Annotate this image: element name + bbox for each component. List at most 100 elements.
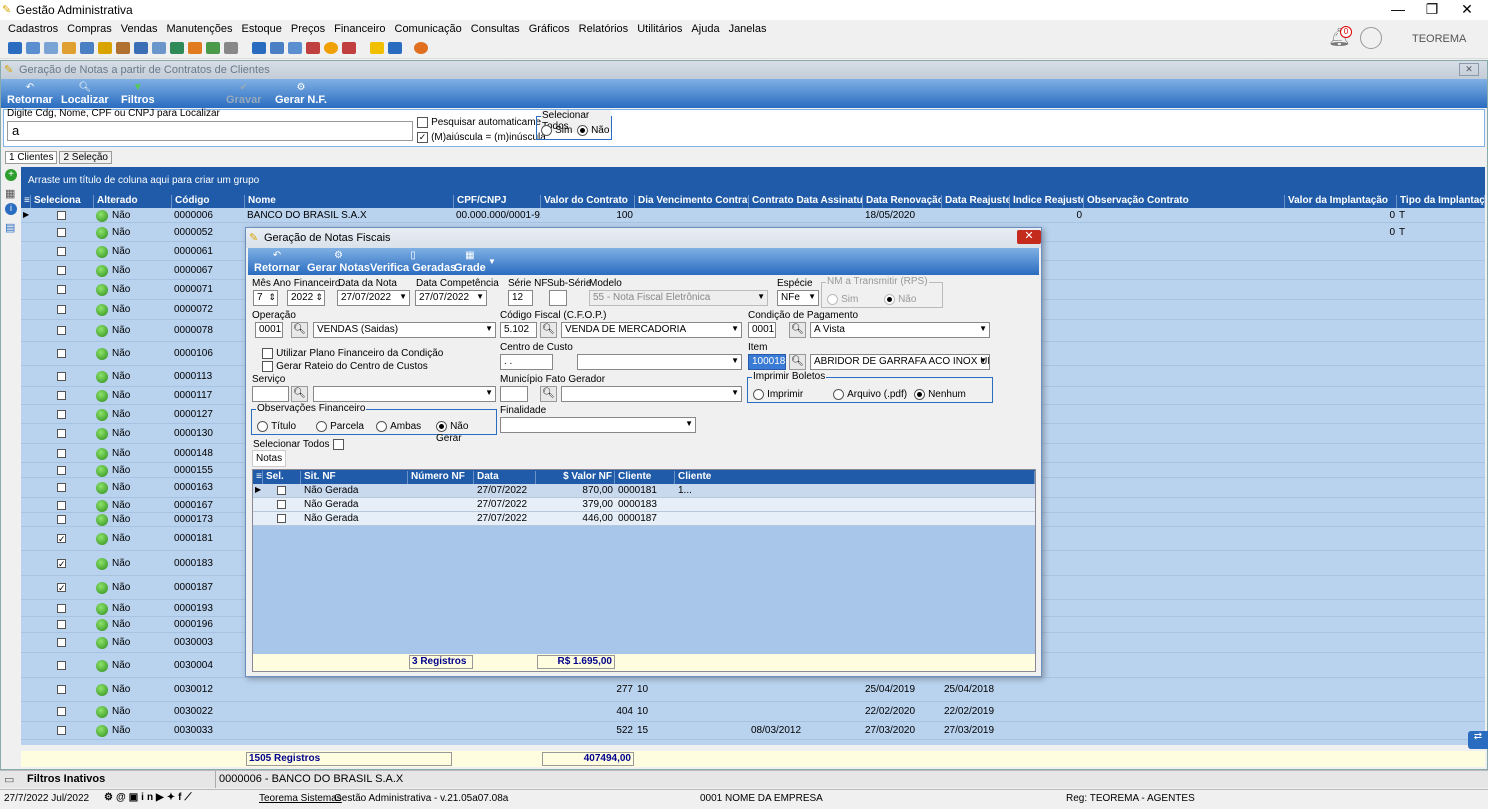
row-select-checkbox[interactable]: [57, 603, 66, 613]
localizar-button[interactable]: 🔍︎ Localizar: [61, 82, 109, 106]
row-select-checkbox[interactable]: [57, 500, 66, 510]
menu-estoque[interactable]: Estoque: [242, 23, 282, 35]
power-icon[interactable]: [414, 41, 428, 54]
notes-row-checkbox[interactable]: [277, 486, 286, 495]
centro-custo-code-input[interactable]: . .: [500, 354, 553, 370]
calculator-icon[interactable]: [270, 41, 284, 54]
modelo-select[interactable]: 55 - Nota Fiscal Eletrônica: [589, 290, 768, 306]
row-select-checkbox[interactable]: [57, 285, 66, 294]
col-data-renovacao[interactable]: Data Renovação: [863, 195, 942, 208]
row-select-checkbox[interactable]: [57, 391, 66, 400]
menu-compras[interactable]: Compras: [67, 23, 112, 35]
teorema-link[interactable]: Teorema Sistemas: [259, 793, 342, 804]
data-competencia-input[interactable]: 27/07/2022: [415, 290, 487, 306]
item-select[interactable]: ABRIDOR DE GARRAFA ACO INOX UN B: [810, 354, 990, 370]
boleto-arquivo-radio[interactable]: Arquivo (.pdf): [833, 388, 907, 400]
operacao-search-icon[interactable]: 🔍︎: [291, 322, 308, 338]
row-select-checkbox[interactable]: ✓: [57, 534, 66, 543]
row-select-checkbox[interactable]: [57, 305, 66, 314]
row-select-checkbox[interactable]: [57, 409, 66, 419]
centro-custo-select[interactable]: [577, 354, 742, 370]
row-select-checkbox[interactable]: ✓: [57, 558, 66, 568]
row-select-checkbox[interactable]: ✓: [57, 583, 66, 592]
cfop-code-input[interactable]: 5.102: [500, 322, 537, 338]
exit-icon[interactable]: [342, 41, 356, 54]
case-checkbox[interactable]: ✓ (M)aiúscula = (m)inúscula: [417, 131, 546, 143]
sub-serie-input[interactable]: [549, 290, 567, 306]
data-nota-input[interactable]: 27/07/2022: [337, 290, 410, 306]
doc-icon[interactable]: [152, 41, 166, 54]
notes-col-data[interactable]: Data: [474, 471, 536, 484]
row-select-checkbox[interactable]: [57, 707, 66, 716]
notes-row[interactable]: ▶ Não Gerada 27/07/2022 870,00 0000181 1...: [253, 484, 1035, 498]
operacao-code-input[interactable]: 0001: [255, 322, 283, 338]
grade-button[interactable]: ▦ Grade: [454, 250, 486, 274]
col-dia-vencimento[interactable]: Dia Vencimento Contrato: [635, 195, 749, 208]
card-icon[interactable]: [134, 41, 148, 54]
row-select-checkbox[interactable]: [57, 515, 66, 524]
col-cpf-cnpj[interactable]: CPF/CNPJ: [454, 195, 541, 208]
add-icon[interactable]: +: [5, 169, 17, 181]
grade-dropdown-icon[interactable]: ▼: [488, 257, 496, 266]
close-child-icon[interactable]: ✕: [1459, 63, 1479, 76]
especie-select[interactable]: NFe: [777, 290, 819, 306]
table-row[interactable]: Não 0030012 277 10 25/04/2019 25/04/2018: [21, 678, 1485, 702]
col-observacao[interactable]: Observação Contrato: [1084, 195, 1285, 208]
list-icon[interactable]: [44, 41, 58, 54]
select-all-nao-radio[interactable]: Não: [577, 124, 609, 136]
ano-spinner[interactable]: 2022: [287, 290, 325, 306]
condicao-select[interactable]: A Vista: [810, 322, 990, 338]
finalidade-select[interactable]: [500, 417, 696, 433]
calendar-icon[interactable]: [288, 41, 302, 54]
menu-comunicacao[interactable]: Comunicação: [395, 23, 462, 35]
municipio-code-input[interactable]: [500, 386, 528, 402]
servico-search-icon[interactable]: 🔍︎: [291, 386, 308, 402]
money-icon[interactable]: [206, 41, 220, 54]
row-select-checkbox[interactable]: [57, 726, 66, 735]
filtros-button[interactable]: ▼ Filtros: [121, 82, 155, 106]
person-icon[interactable]: [116, 41, 130, 54]
menu-relatorios[interactable]: Relatórios: [579, 23, 629, 35]
boleto-imprimir-radio[interactable]: Imprimir: [753, 388, 803, 400]
boleto-nenhum-radio[interactable]: Nenhum: [914, 388, 966, 400]
obs-titulo-radio[interactable]: Título: [257, 420, 296, 432]
municipio-search-icon[interactable]: 🔍︎: [540, 386, 557, 402]
select-all-notes[interactable]: Selecionar Todos: [253, 438, 344, 450]
obs-ambas-radio[interactable]: Ambas: [376, 420, 421, 432]
item-code-input[interactable]: 100018: [748, 354, 786, 370]
col-valor-contrato[interactable]: Valor do Contrato: [541, 195, 635, 208]
row-select-checkbox[interactable]: [57, 326, 66, 335]
menu-cadastros[interactable]: Cadastros: [8, 23, 58, 35]
rateio-checkbox[interactable]: Gerar Rateio do Centro de Custos: [262, 360, 428, 372]
search-input[interactable]: a: [7, 121, 413, 141]
users-icon[interactable]: [26, 41, 40, 54]
menu-manutencoes[interactable]: Manutenções: [166, 23, 232, 35]
cfop-search-icon[interactable]: 🔍︎: [540, 322, 557, 338]
social-icons[interactable]: ⚙@▣in▶✦f⟋: [104, 792, 194, 803]
nm-sim-radio[interactable]: Sim: [827, 293, 858, 305]
tag-icon[interactable]: [188, 41, 202, 54]
row-select-checkbox[interactable]: [57, 265, 66, 275]
box-icon[interactable]: [62, 41, 76, 54]
row-select-checkbox[interactable]: [57, 210, 66, 220]
print-icon[interactable]: [224, 41, 238, 54]
menu-vendas[interactable]: Vendas: [121, 23, 158, 35]
select-all-sim-radio[interactable]: Sim: [541, 124, 572, 136]
menu-precos[interactable]: Preços: [291, 23, 325, 35]
dialog-retornar-button[interactable]: ↶ Retornar: [254, 250, 300, 274]
item-search-icon[interactable]: 🔍︎: [789, 354, 806, 370]
row-select-checkbox[interactable]: [57, 429, 66, 438]
table-row[interactable]: Não 0030033 522 15 08/03/2012 27/03/2020 27/03…: [21, 722, 1485, 740]
serie-input[interactable]: 12: [508, 290, 533, 306]
row-select-checkbox[interactable]: [57, 660, 66, 670]
notes-col-valor[interactable]: $ Valor NF: [536, 471, 615, 484]
row-select-checkbox[interactable]: [57, 483, 66, 492]
menu-ajuda[interactable]: Ajuda: [691, 23, 719, 35]
trash-icon[interactable]: ▦: [5, 187, 15, 200]
col-alterado[interactable]: Alterado: [94, 195, 172, 208]
row-select-checkbox[interactable]: [57, 638, 66, 647]
mes-spinner[interactable]: 7: [253, 290, 278, 306]
nm-nao-radio[interactable]: Não: [884, 293, 916, 305]
operacao-select[interactable]: VENDAS (Saidas): [313, 322, 496, 338]
notes-row[interactable]: Não Gerada 27/07/2022 446,00 0000187: [253, 512, 1035, 526]
